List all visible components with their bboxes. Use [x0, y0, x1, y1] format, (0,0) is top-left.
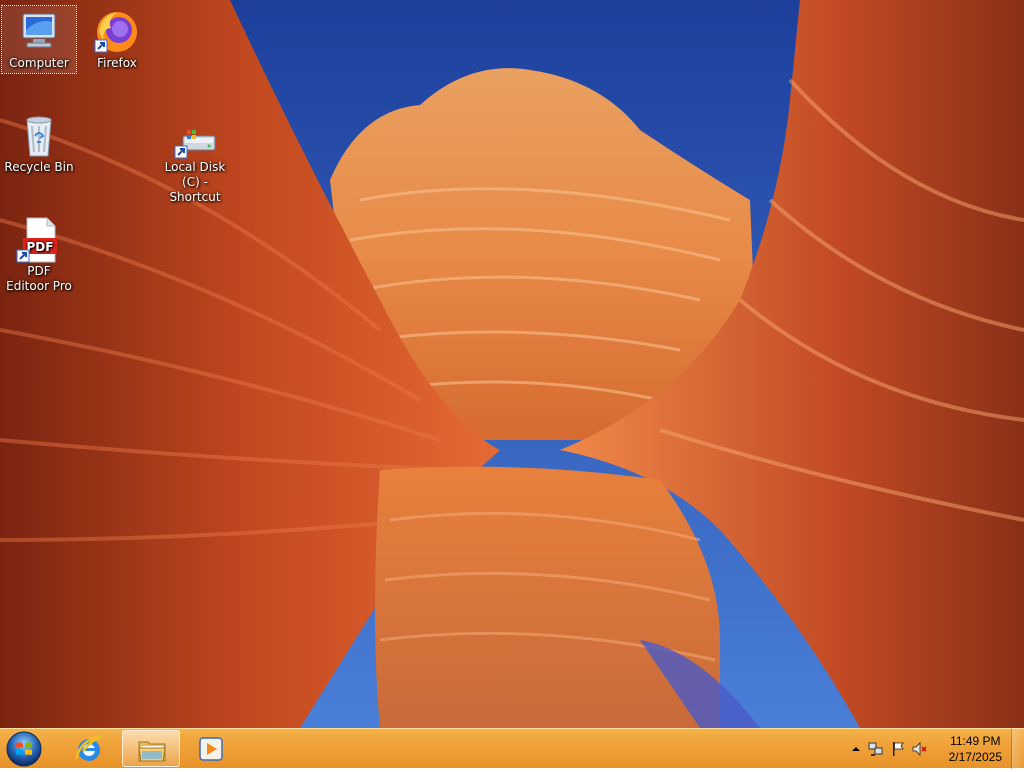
pdf-icon: PDF [15, 216, 63, 264]
clock-time: 11:49 PM [950, 734, 1001, 748]
taskbar: 11:49 PM 2/17/2025 [0, 728, 1024, 769]
desktop-icon-label: Recycle Bin [4, 160, 74, 174]
drive-icon [171, 126, 219, 160]
desktop-icon-computer[interactable]: Computer [1, 5, 77, 74]
file-explorer-icon [138, 741, 166, 762]
desktop-icon-recycle-bin[interactable]: Recycle Bin [2, 110, 76, 177]
svg-text:PDF: PDF [27, 240, 54, 254]
desktop-icon-label: PDF Editoor Pro [6, 264, 72, 293]
desktop-icon-firefox[interactable]: Firefox [80, 6, 154, 73]
desktop-icon-local-disk-shortcut[interactable]: Local Disk (C) - Shortcut [156, 124, 234, 207]
desktop-icon-label: Local Disk (C) - Shortcut [164, 160, 226, 204]
show-hidden-icons-icon[interactable] [848, 741, 864, 757]
volume-muted-icon[interactable] [912, 741, 928, 757]
taskbar-media-player[interactable] [182, 730, 240, 767]
desktop-icon-label: Firefox [97, 56, 137, 70]
computer-icon [15, 8, 63, 56]
wallpaper [0, 0, 1024, 728]
firefox-icon [93, 8, 141, 56]
network-icon[interactable] [868, 741, 884, 757]
media-player-icon [199, 737, 223, 761]
recycle-bin-icon [15, 112, 63, 160]
clock[interactable]: 11:49 PM 2/17/2025 [949, 733, 1002, 765]
system-tray: 11:49 PM 2/17/2025 [844, 729, 1024, 769]
show-desktop-button[interactable] [1011, 729, 1024, 769]
desktop-icon-pdf-editoor-pro[interactable]: PDF PDF Editoor Pro [2, 214, 76, 296]
desktop[interactable]: Computer Firefox Recycle Bin Local Disk … [0, 0, 1024, 728]
action-center-flag-icon[interactable] [890, 741, 906, 757]
taskbar-internet-explorer[interactable] [60, 730, 118, 767]
windows-start-icon [6, 731, 42, 767]
internet-explorer-icon [74, 735, 102, 761]
clock-date: 2/17/2025 [948, 750, 1002, 764]
desktop-icon-label: Computer [9, 56, 69, 70]
start-button[interactable] [4, 730, 48, 768]
taskbar-file-explorer[interactable] [122, 730, 180, 767]
